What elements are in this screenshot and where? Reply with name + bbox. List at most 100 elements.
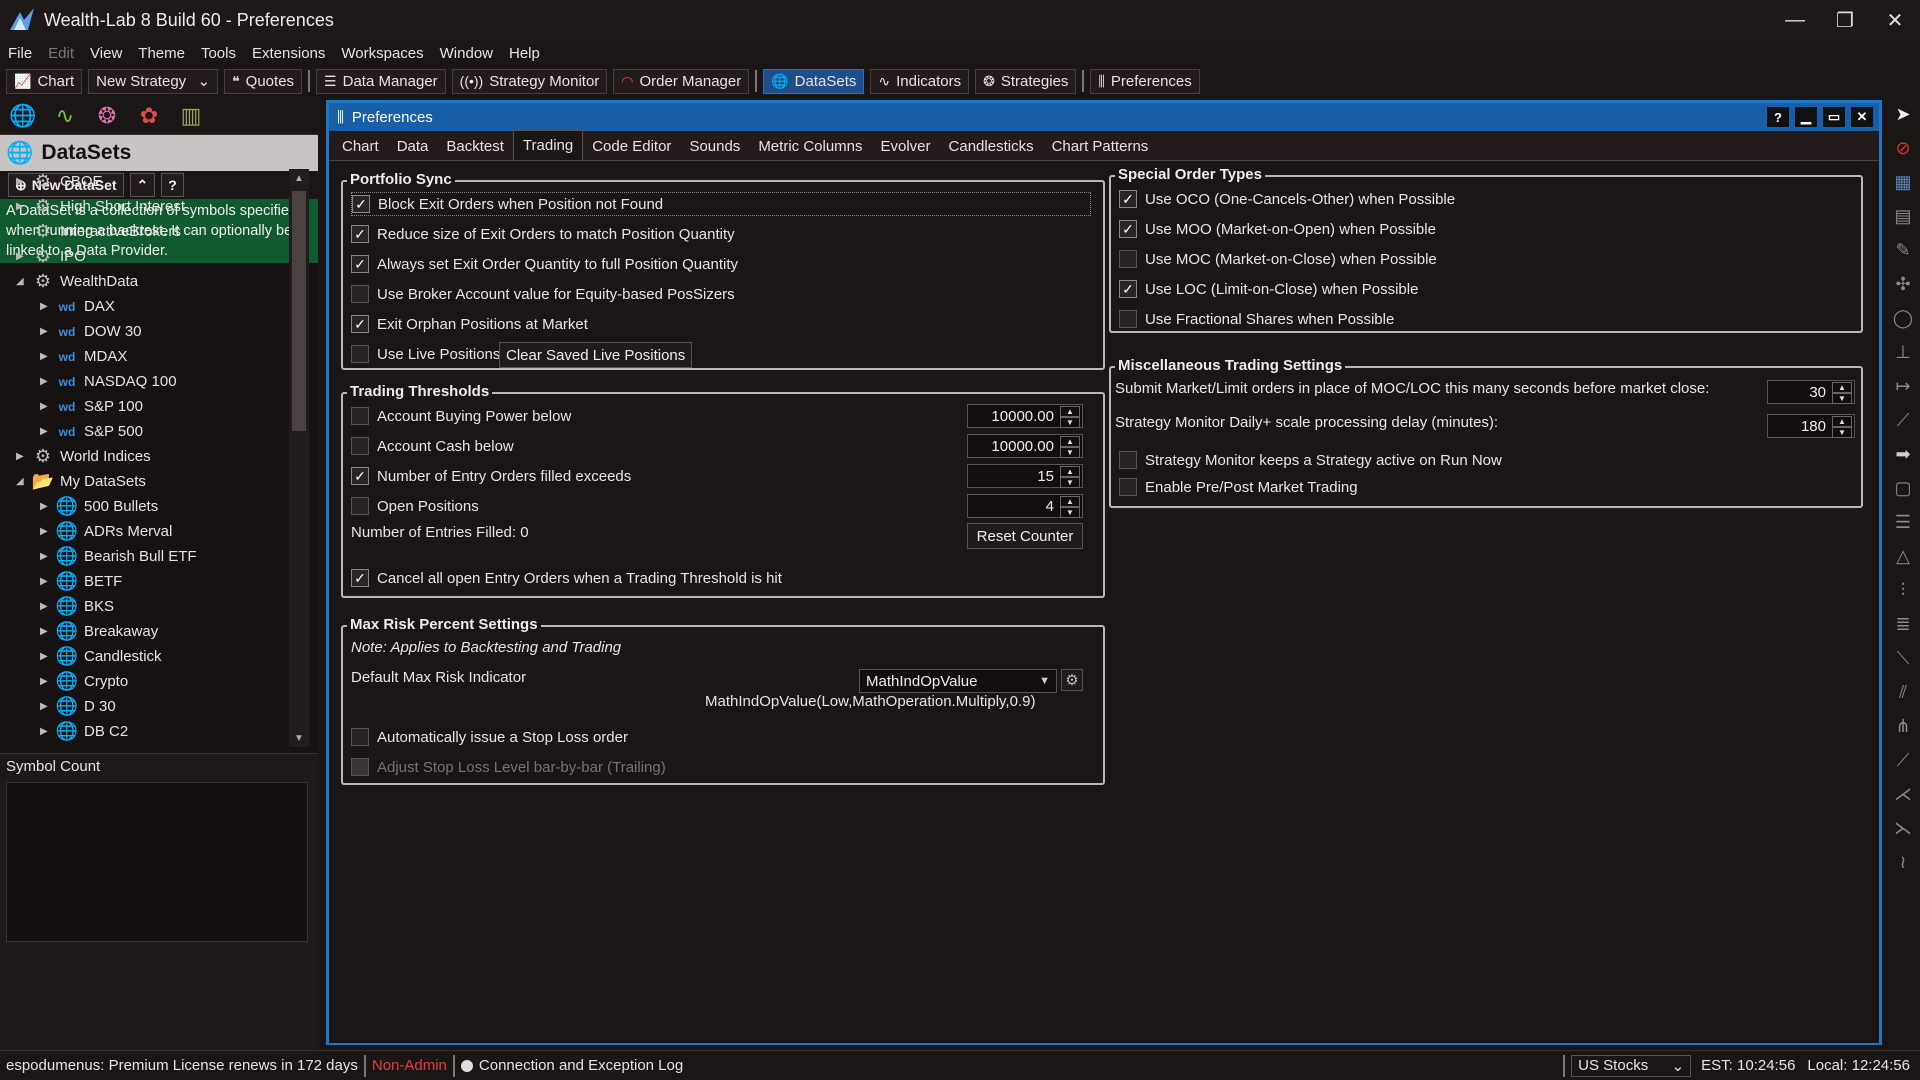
expand-arrow-icon[interactable]: ▶ (40, 676, 52, 687)
tab-backtest[interactable]: Backtest (437, 132, 513, 160)
notes-icon[interactable]: ☰ (1886, 505, 1920, 539)
menu-workspaces[interactable]: Workspaces (341, 45, 423, 62)
spin-down-icon[interactable]: ▼ (1060, 477, 1080, 488)
pitchfork-icon[interactable]: ⋔ (1886, 709, 1920, 743)
wave-lines-icon[interactable]: ≀ (1886, 845, 1920, 879)
connection-log-link[interactable]: Connection and Exception Log (479, 1057, 683, 1074)
checkbox[interactable] (351, 345, 369, 363)
ray-icon[interactable]: ⟍ (1886, 641, 1920, 675)
trendline-icon[interactable]: ⟋ (1886, 403, 1920, 437)
clear-saved-live-positions-button[interactable]: Clear Saved Live Positions (499, 342, 693, 368)
fractional-shares-checkbox[interactable]: Use Fractional Shares when Possible (1119, 307, 1394, 331)
checkbox[interactable] (1119, 478, 1137, 496)
tree-item[interactable]: ▶ ⚙ IPO (0, 244, 290, 269)
expand-arrow-icon[interactable]: ▶ (16, 451, 28, 462)
market-select[interactable]: US Stocks ⌄ (1571, 1054, 1692, 1077)
tab-metric-columns[interactable]: Metric Columns (749, 132, 871, 160)
tab-data[interactable]: Data (388, 132, 438, 160)
tree-item[interactable]: ▶ 🌐 BETF (0, 569, 290, 594)
prepost-market-checkbox[interactable]: Enable Pre/Post Market Trading (1119, 475, 1358, 499)
expand-arrow-icon[interactable]: ▶ (40, 401, 52, 412)
tree-scrollbar[interactable]: ▲ ▼ (289, 169, 309, 747)
no-entry-icon[interactable]: ⊘ (1886, 131, 1920, 165)
use-live-positions-checkbox[interactable]: Use Live Positions (351, 342, 500, 366)
menu-window[interactable]: Window (440, 45, 493, 62)
tree-item[interactable]: ▶ wd DOW 30 (0, 319, 290, 344)
tree-item[interactable]: ▶ ⚙ High Short Interest (0, 194, 290, 219)
spinner[interactable]: ▲ ▼ (1060, 466, 1080, 488)
spin-up-icon[interactable]: ▲ (1832, 416, 1852, 427)
reset-counter-button[interactable]: Reset Counter (967, 523, 1083, 549)
spin-down-icon[interactable]: ▼ (1060, 447, 1080, 458)
minimize-button[interactable]: — (1770, 0, 1820, 40)
checkbox[interactable] (1119, 451, 1137, 469)
entry-orders-exceeds-checkbox[interactable]: ✓ Number of Entry Orders filled exceeds (351, 464, 631, 488)
max-risk-indicator-select[interactable]: MathIndOpValue ▼ (859, 669, 1057, 693)
expand-arrow-icon[interactable]: ▶ (40, 376, 52, 387)
restore-button[interactable]: ❐ (1820, 0, 1870, 40)
tree-item[interactable]: ◢ 📂 My DataSets (0, 469, 290, 494)
tree-item[interactable]: ▶ 🌐 DB C2 (0, 719, 290, 744)
tree-item[interactable]: ▶ 🌐 BKS (0, 594, 290, 619)
menu-file[interactable]: File (8, 45, 32, 62)
checkbox[interactable]: ✓ (351, 225, 369, 243)
tab-chart-patterns[interactable]: Chart Patterns (1043, 132, 1158, 160)
wave-icon[interactable]: ∿ (50, 101, 80, 131)
expand-arrow-icon[interactable]: ▶ (40, 551, 52, 562)
expand-arrow-icon[interactable]: ▶ (40, 301, 52, 312)
checkbox[interactable]: ✓ (1119, 280, 1137, 298)
gann-icon[interactable]: ⋌ (1886, 777, 1920, 811)
strategy-select[interactable]: New Strategy ⌄ (88, 68, 219, 94)
tree-item[interactable]: ▶ wd S&P 500 (0, 419, 290, 444)
processing-delay-input[interactable]: 180 ▲ ▼ (1767, 414, 1855, 438)
expand-arrow-icon[interactable]: ▶ (40, 326, 52, 337)
molecule-icon[interactable]: ✿ (134, 101, 164, 131)
menu-help[interactable]: Help (509, 45, 540, 62)
checkbox[interactable]: ✓ (1119, 220, 1137, 238)
checkbox[interactable]: ✓ (1119, 190, 1137, 208)
checkbox[interactable]: ✓ (351, 569, 369, 587)
expand-arrow-icon[interactable]: ▶ (40, 701, 52, 712)
tree-item[interactable]: ▶ 🌐 D 30 (0, 694, 290, 719)
minimize-button[interactable]: ▁ (1795, 107, 1817, 127)
spinner[interactable]: ▲ ▼ (1832, 416, 1852, 438)
entry-orders-input[interactable]: 15 ▲ ▼ (967, 464, 1083, 488)
gear-icon[interactable]: ⚙ (1061, 669, 1083, 691)
expand-arrow-icon[interactable]: ▶ (40, 601, 52, 612)
auto-stop-loss-checkbox[interactable]: Automatically issue a Stop Loss order (351, 725, 628, 749)
horizontal-ray-icon[interactable]: ↦ (1886, 369, 1920, 403)
checkbox[interactable] (351, 728, 369, 746)
account-cash-input[interactable]: 10000.00 ▲ ▼ (967, 434, 1083, 458)
expand-arrow-icon[interactable]: ▶ (16, 251, 28, 262)
calendar-icon[interactable]: ▤ (1886, 199, 1920, 233)
spinner[interactable]: ▲ ▼ (1832, 382, 1852, 404)
tab-code-editor[interactable]: Code Editor (583, 132, 680, 160)
tree-item[interactable]: ▶ wd S&P 100 (0, 394, 290, 419)
globe-icon[interactable]: 🌐 (8, 101, 38, 131)
spin-up-icon[interactable]: ▲ (1060, 496, 1080, 507)
scroll-up-icon[interactable]: ▲ (289, 169, 309, 187)
use-oco-checkbox[interactable]: ✓ Use OCO (One-Cancels-Other) when Possib… (1119, 187, 1455, 211)
arrow-icon[interactable]: ➡ (1886, 437, 1920, 471)
reduce-exit-size-checkbox[interactable]: ✓ Reduce size of Exit Orders to match Pos… (351, 222, 735, 246)
spinner[interactable]: ▲ ▼ (1060, 436, 1080, 458)
open-positions-checkbox[interactable]: Open Positions (351, 494, 479, 518)
spinner[interactable]: ▲ ▼ (1060, 496, 1080, 518)
tree-item[interactable]: ▶ 🌐 ADRs Merval (0, 519, 290, 544)
vertical-line-icon[interactable]: ⊥ (1886, 335, 1920, 369)
tree-item[interactable]: ⚙ InteractiveBrokers (0, 219, 290, 244)
maximize-button[interactable]: ▭ (1823, 107, 1845, 127)
spin-down-icon[interactable]: ▼ (1060, 507, 1080, 518)
rectangle-icon[interactable]: ▢ (1886, 471, 1920, 505)
submit-seconds-input[interactable]: 30 ▲ ▼ (1767, 380, 1855, 404)
tree-item[interactable]: ▶ 🌐 Crypto (0, 669, 290, 694)
menu-theme[interactable]: Theme (138, 45, 185, 62)
expand-arrow-icon[interactable]: ▶ (40, 501, 52, 512)
expand-arrow-icon[interactable]: ▶ (40, 726, 52, 737)
checkbox[interactable]: ✓ (351, 255, 369, 273)
tree-item[interactable]: ▶ 🌐 500 Bullets (0, 494, 290, 519)
tab-evolver[interactable]: Evolver (872, 132, 940, 160)
tab-sounds[interactable]: Sounds (680, 132, 749, 160)
order-manager-button[interactable]: ◠ Order Manager (613, 68, 750, 94)
spin-up-icon[interactable]: ▲ (1060, 466, 1080, 477)
